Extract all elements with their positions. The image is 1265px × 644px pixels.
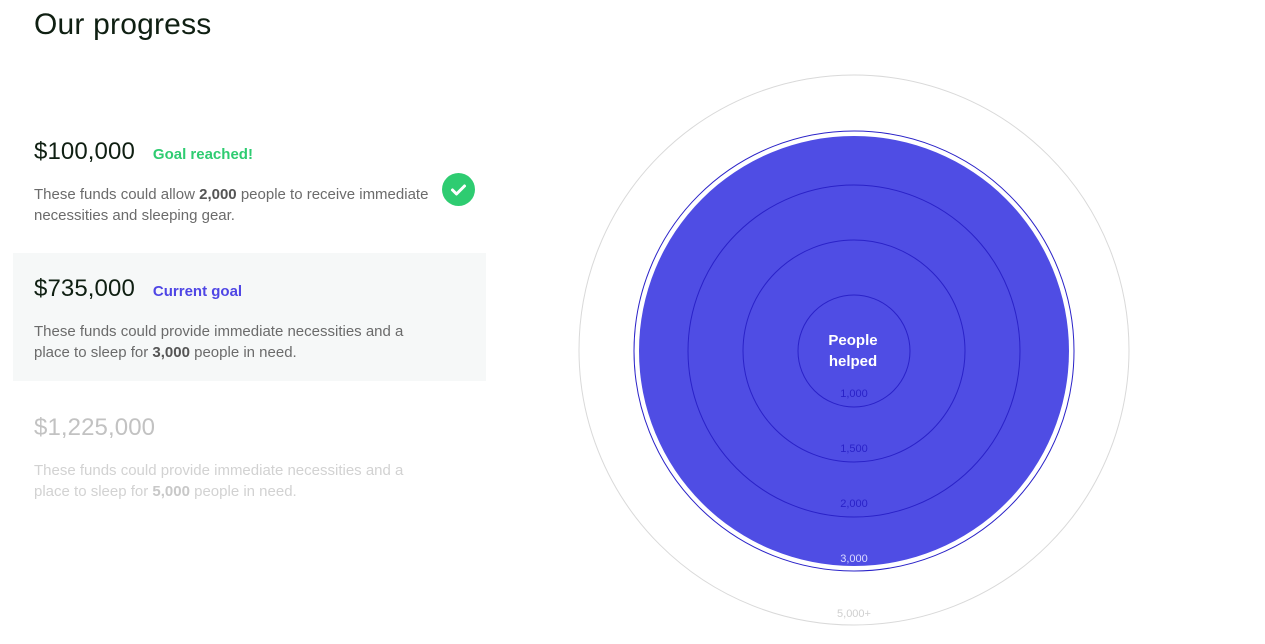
milestone-735k: $735,000 Current goal These funds could …: [13, 253, 486, 381]
current-goal-badge: Current goal: [152, 283, 243, 300]
ring-label-5000: 5,000+: [837, 608, 871, 620]
milestone-1225k: $1,225,000 These funds could provide imm…: [13, 404, 486, 514]
milestone-amount: $100,000: [34, 138, 135, 165]
milestone-amount: $735,000: [34, 275, 135, 302]
milestone-amount: $1,225,000: [34, 414, 156, 441]
milestone-description: These funds could allow 2,000 people to …: [34, 186, 429, 224]
ring-label-2000: 2,000: [840, 498, 868, 510]
chart-center-label: People helped: [828, 332, 878, 370]
ring-label-1500: 1,500: [840, 443, 868, 455]
page-title: Our progress: [34, 8, 212, 41]
ring-label-1000: 1,000: [840, 388, 868, 400]
check-icon: [442, 173, 475, 206]
milestone-100k: $100,000 Goal reached! These funds could…: [13, 128, 486, 238]
ring-label-3000: 3,000: [840, 553, 868, 565]
milestone-description: These funds could provide immediate nece…: [34, 323, 404, 361]
progress-section: Our progress $100,000 Goal reached! Thes…: [0, 0, 1265, 644]
milestone-description: These funds could provide immediate nece…: [34, 462, 404, 500]
goal-reached-badge: Goal reached!: [152, 146, 253, 163]
